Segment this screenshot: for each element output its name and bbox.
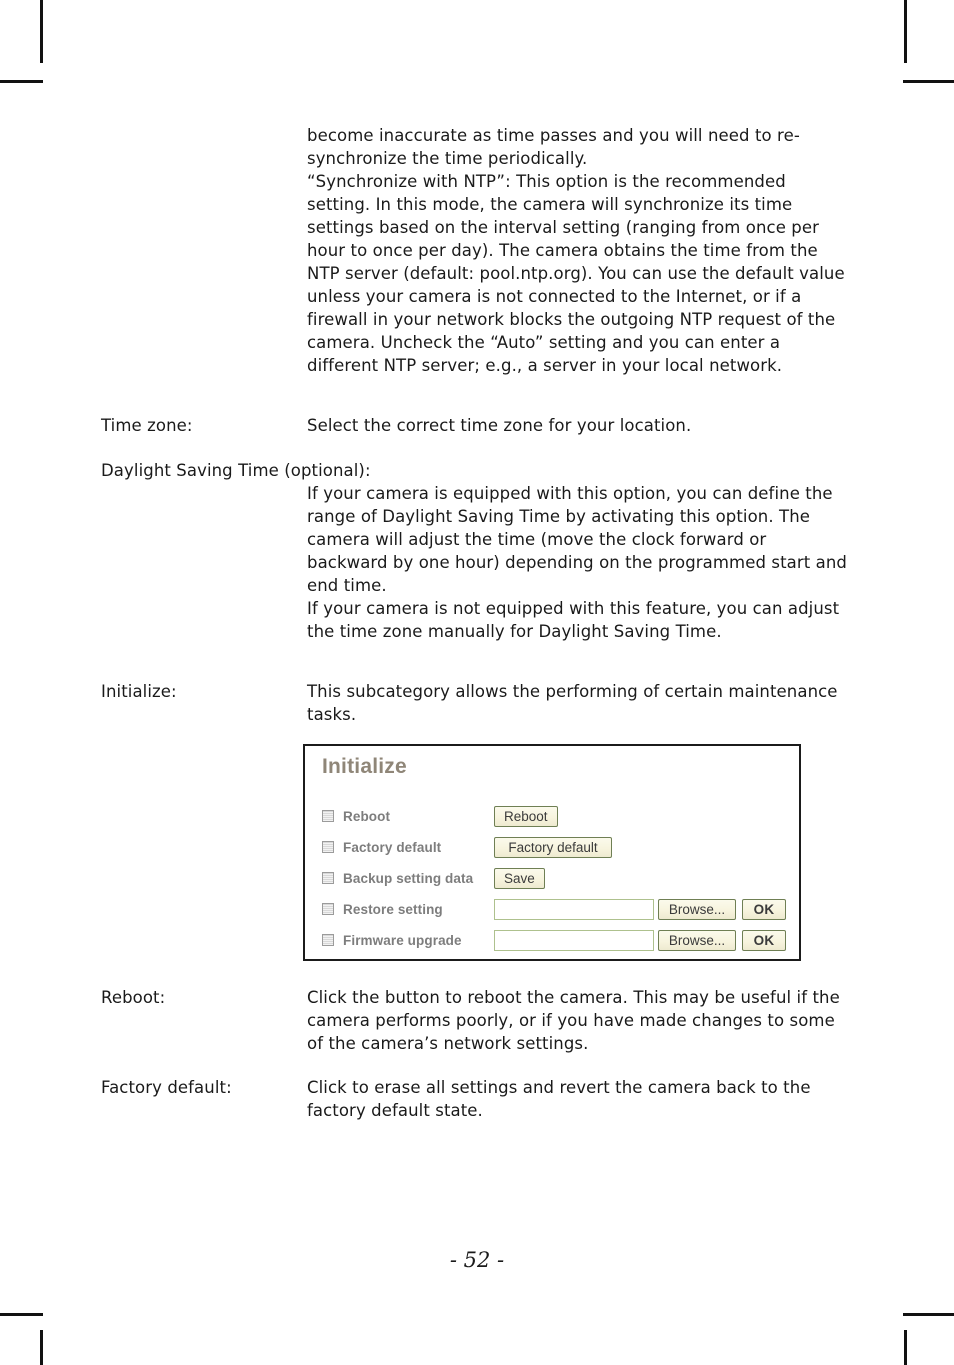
reboot-button[interactable]: Reboot bbox=[494, 805, 558, 827]
reboot-paragraph: Click the button to reboot the camera. T… bbox=[307, 988, 840, 1053]
initialize-paragraph: This subcategory allows the performing o… bbox=[307, 682, 838, 724]
initialize-row-label-3: Restore setting bbox=[322, 896, 443, 922]
crop-mark-bottom-left-horizontal bbox=[0, 1313, 43, 1316]
crop-mark-bottom-right-vertical bbox=[904, 1330, 907, 1365]
initialize-panel-title: Initialize bbox=[322, 755, 407, 778]
initialize-label: Backup setting data bbox=[343, 870, 474, 886]
save-button[interactable]: Save bbox=[494, 867, 545, 889]
page-number: - 52 - bbox=[449, 1248, 505, 1272]
initialize-label: Reboot bbox=[343, 808, 391, 824]
term-factory-default: Factory default: bbox=[101, 1078, 232, 1097]
definition-time-zone: Select the correct time zone for your lo… bbox=[307, 414, 852, 437]
list-square-icon bbox=[322, 872, 334, 884]
ntp-paragraph-1: become inaccurate as time passes and you… bbox=[307, 126, 800, 168]
initialize-row-label-1: Factory default bbox=[322, 834, 441, 860]
browse-button[interactable]: Browse... bbox=[658, 898, 736, 920]
definition-daylight-saving-time: If your camera is equipped with this opt… bbox=[307, 482, 852, 643]
ok-button[interactable]: OK bbox=[742, 929, 786, 951]
document-page: become inaccurate as time passes and you… bbox=[0, 0, 954, 1365]
list-square-icon bbox=[322, 903, 334, 915]
initialize-row-label-4: Firmware upgrade bbox=[322, 927, 462, 953]
initialize-label: Factory default bbox=[343, 839, 442, 855]
term-daylight-saving-time: Daylight Saving Time (optional): bbox=[101, 461, 371, 480]
file-path-input[interactable] bbox=[494, 898, 654, 920]
list-square-icon bbox=[322, 841, 334, 853]
definition-reboot: Click the button to reboot the camera. T… bbox=[307, 986, 852, 1055]
initialize-label: Firmware upgrade bbox=[343, 932, 462, 948]
definition-factory-default: Click to erase all settings and revert t… bbox=[307, 1076, 852, 1122]
initialize-row-controls-3: Browse... OK bbox=[494, 896, 792, 922]
initialize-settings-panel: Initialize Reboot Reboot Factory default Fa… bbox=[303, 744, 801, 961]
dst-paragraph-2: If your camera is not equipped with this… bbox=[307, 599, 840, 641]
crop-mark-top-right-horizontal bbox=[903, 80, 954, 83]
initialize-row-controls-0: Reboot bbox=[494, 803, 564, 829]
initialize-label: Restore setting bbox=[343, 901, 443, 917]
initialize-row-controls-1: Factory default bbox=[494, 834, 618, 860]
crop-mark-bottom-left-vertical bbox=[40, 1330, 43, 1365]
term-time-zone: Time zone: bbox=[101, 416, 193, 435]
time-zone-paragraph: Select the correct time zone for your lo… bbox=[307, 416, 692, 435]
initialize-row-controls-4: Browse... OK bbox=[494, 927, 792, 953]
list-square-icon bbox=[322, 934, 334, 946]
crop-mark-top-left-vertical bbox=[40, 0, 43, 63]
factory-default-button[interactable]: Factory default bbox=[494, 836, 612, 858]
ok-button[interactable]: OK bbox=[742, 898, 786, 920]
crop-mark-top-right-vertical bbox=[904, 0, 907, 63]
ntp-description-block: become inaccurate as time passes and you… bbox=[307, 124, 852, 377]
dst-paragraph-1: If your camera is equipped with this opt… bbox=[307, 484, 847, 595]
term-reboot: Reboot: bbox=[101, 988, 166, 1007]
list-square-icon bbox=[322, 810, 334, 822]
crop-mark-bottom-right-horizontal bbox=[903, 1313, 954, 1316]
term-initialize: Initialize: bbox=[101, 682, 177, 701]
file-path-input[interactable] bbox=[494, 929, 654, 951]
crop-mark-top-left-horizontal bbox=[0, 80, 43, 83]
ntp-paragraph-2: “Synchronize with NTP”: This option is t… bbox=[307, 172, 845, 375]
factory-default-paragraph: Click to erase all settings and revert t… bbox=[307, 1078, 811, 1120]
initialize-row-label-0: Reboot bbox=[322, 803, 390, 829]
initialize-row-label-2: Backup setting data bbox=[322, 865, 473, 891]
initialize-row-controls-2: Save bbox=[494, 865, 551, 891]
definition-initialize: This subcategory allows the performing o… bbox=[307, 680, 852, 726]
browse-button[interactable]: Browse... bbox=[658, 929, 736, 951]
